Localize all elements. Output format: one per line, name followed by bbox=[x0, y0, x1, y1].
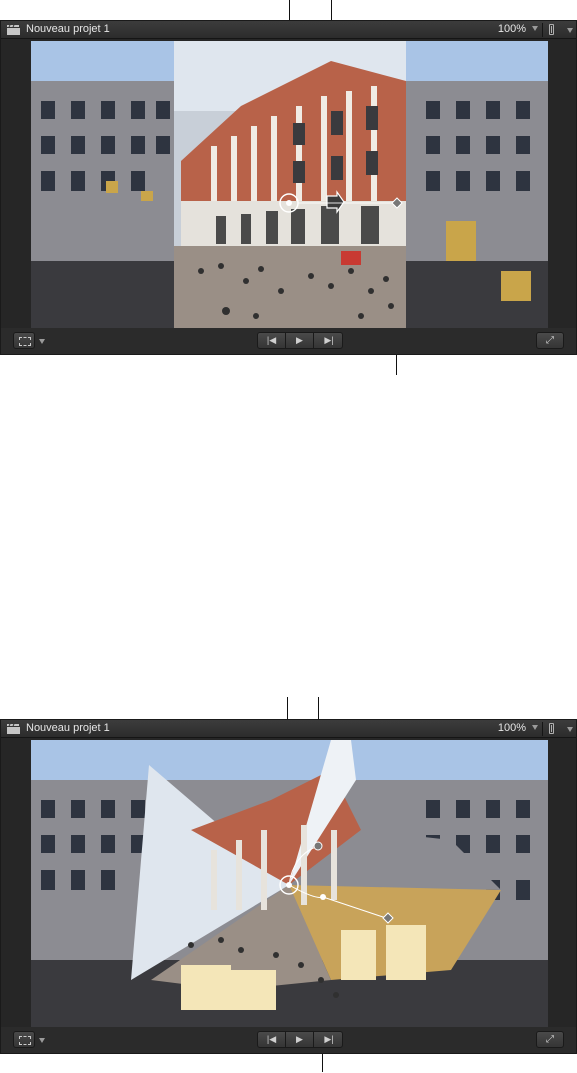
clapperboard-icon bbox=[7, 724, 20, 734]
canvas-image bbox=[31, 41, 548, 331]
skip-back-icon[interactable]: |◀ bbox=[258, 333, 286, 348]
play-icon[interactable]: ▶ bbox=[286, 333, 314, 348]
viewer-toolbar: |◀ ▶ ▶| ⤢ bbox=[1, 328, 576, 354]
canvas-image bbox=[31, 740, 548, 1030]
fullscreen-icon[interactable]: ⤢ bbox=[536, 332, 564, 349]
clapperboard-icon bbox=[7, 25, 20, 35]
project-title: Nouveau projet 1 bbox=[26, 722, 110, 734]
skip-forward-icon[interactable]: ▶| bbox=[315, 1032, 343, 1047]
canvas-top[interactable] bbox=[31, 41, 548, 331]
transport-controls: |◀ ▶ ▶| bbox=[257, 332, 343, 349]
transform-icon[interactable] bbox=[13, 1031, 35, 1048]
transform-dropdown-icon[interactable] bbox=[39, 339, 45, 344]
canvas-bottom[interactable] bbox=[31, 740, 548, 1030]
play-icon[interactable]: ▶ bbox=[286, 1032, 314, 1047]
transform-icon[interactable] bbox=[13, 332, 35, 349]
view-options-button[interactable] bbox=[542, 722, 564, 736]
zoom-level[interactable]: 100% bbox=[498, 23, 526, 35]
transport-controls: |◀ ▶ ▶| bbox=[257, 1031, 343, 1048]
fullscreen-icon[interactable]: ⤢ bbox=[536, 1031, 564, 1048]
view-options-dropdown-icon[interactable] bbox=[567, 28, 573, 33]
rotation-arrow-icon[interactable] bbox=[313, 841, 323, 851]
skip-forward-icon[interactable]: ▶| bbox=[315, 333, 343, 348]
view-options-button[interactable] bbox=[542, 23, 564, 37]
zoom-dropdown-icon[interactable] bbox=[532, 26, 538, 31]
view-options-icon bbox=[549, 723, 554, 734]
view-options-dropdown-icon[interactable] bbox=[567, 727, 573, 732]
project-title: Nouveau projet 1 bbox=[26, 23, 110, 35]
zoom-level[interactable]: 100% bbox=[498, 722, 526, 734]
view-options-icon bbox=[549, 24, 554, 35]
viewer-toolbar: |◀ ▶ ▶| ⤢ bbox=[1, 1027, 576, 1053]
viewer-titlebar: Nouveau projet 1 100% bbox=[1, 21, 576, 39]
viewer-bottom: Nouveau projet 1 100% |◀ ▶ ▶| ⤢ bbox=[0, 719, 577, 1054]
zoom-dropdown-icon[interactable] bbox=[532, 725, 538, 730]
skip-back-icon[interactable]: |◀ bbox=[258, 1032, 286, 1047]
transform-dropdown-icon[interactable] bbox=[39, 1038, 45, 1043]
viewer-titlebar: Nouveau projet 1 100% bbox=[1, 720, 576, 738]
viewer-top: Nouveau projet 1 100% |◀ ▶ ▶| ⤢ bbox=[0, 20, 577, 355]
